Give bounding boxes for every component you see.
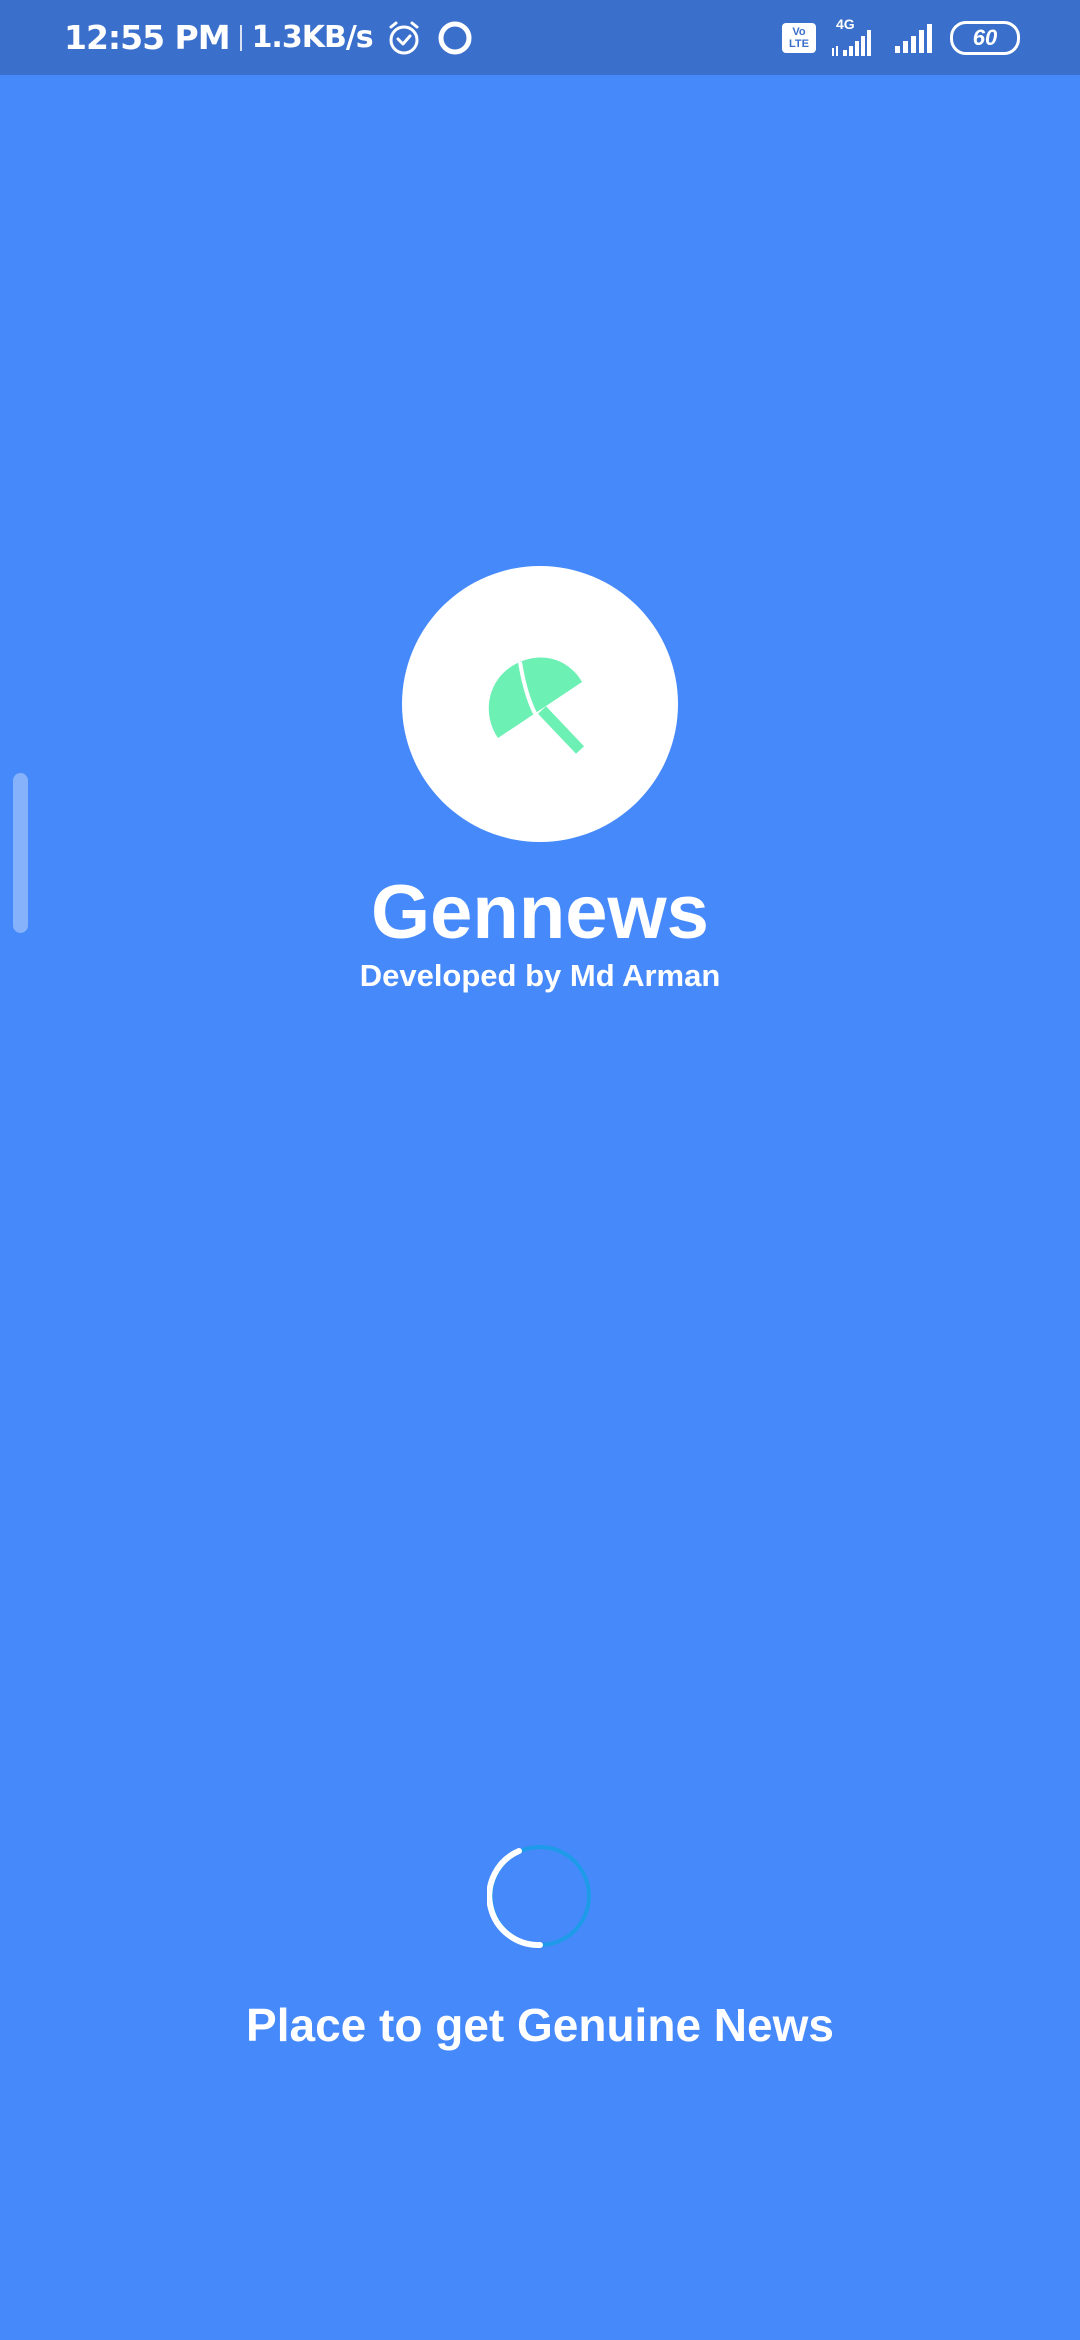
status-separator <box>239 24 242 51</box>
network-speed: 1.3KB/s <box>251 20 374 55</box>
signal-icon <box>894 22 936 54</box>
ring-icon <box>435 18 475 58</box>
status-left: 12:55 PM 1.3KB/s <box>64 0 475 75</box>
status-right: Vo LTE 4G 60 <box>782 0 1020 75</box>
volte-line2: LTE <box>789 37 809 50</box>
developer-credit: Developed by Md Arman <box>359 958 721 993</box>
loading-spinner <box>486 1843 593 1949</box>
app-logo <box>402 566 678 842</box>
network-type-indicator: 4G <box>830 16 874 60</box>
umbrella-icon <box>480 642 600 767</box>
volte-line1: Vo <box>792 25 806 38</box>
status-bar: 12:55 PM 1.3KB/s Vo LTE 4G 60 <box>0 0 1080 75</box>
status-time: 12:55 PM <box>64 18 231 57</box>
tagline: Place to get Genuine News <box>246 1999 834 2051</box>
battery-indicator: 60 <box>950 20 1020 55</box>
app-title: Gennews <box>371 870 709 955</box>
alarm-icon <box>385 19 423 57</box>
volte-icon: Vo LTE <box>782 22 816 53</box>
splash-screen: 12:55 PM 1.3KB/s Vo LTE 4G 60 Gennews De… <box>0 0 1080 2340</box>
